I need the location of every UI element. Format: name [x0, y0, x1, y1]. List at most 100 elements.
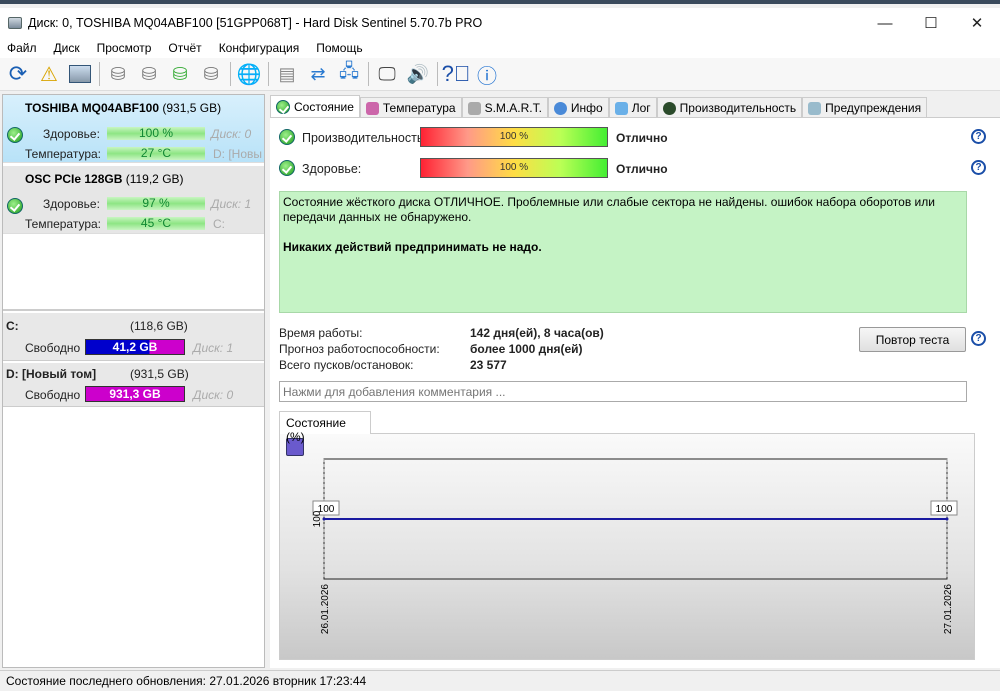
pages-icon: [808, 101, 822, 115]
health-rating: Отлично: [616, 162, 668, 176]
temp-bar: 45 °C: [107, 217, 205, 230]
temp-label: Температура:: [25, 217, 102, 231]
action-message: Никаких действий предпринимать не надо.: [283, 240, 542, 254]
menu-view[interactable]: Просмотр: [97, 41, 152, 55]
status-tab-content: Производительность 100 % Отлично ? Здоро…: [270, 117, 1000, 668]
menu-help[interactable]: Помощь: [316, 41, 362, 55]
ok-check-icon: [7, 127, 23, 143]
health-label: Здоровье:: [43, 197, 100, 211]
volume-name: D: [Новый том]: [6, 367, 97, 381]
details-panel: Состояние Температура S.M.A.R.T. Инфо Ло…: [270, 94, 1000, 668]
data-point: [945, 517, 949, 521]
health-bar: 100 %: [107, 127, 205, 140]
chart-tab-status-percent[interactable]: Состояние (%): [279, 411, 371, 444]
volume-label: C:: [213, 217, 225, 231]
tab-log[interactable]: Лог: [608, 97, 657, 118]
volume-label: D: [Новы: [213, 147, 263, 161]
maximize-button[interactable]: ☐: [908, 8, 954, 38]
toolbar: ⟳ ⚠ ⛁ ⛁ ⛁ ⛁ 🌐 ▤ ⇄ 🖧 🖵 🔊 ?⃝ ⓘ: [0, 58, 1000, 91]
help-icon[interactable]: ?: [971, 160, 986, 175]
disk-surface-icon[interactable]: ⛁: [105, 61, 131, 87]
disk-item-osc[interactable]: OSC PCIe 128GB (119,2 GB) Здоровье: 97 %…: [3, 166, 264, 234]
starts-label: Всего пусков/остановок:: [279, 358, 414, 372]
uptime-value: 142 дня(ей), 8 часа(ов): [470, 326, 604, 340]
report-icon[interactable]: ▤: [274, 61, 300, 87]
document-icon: [614, 101, 628, 115]
disk-app-icon: [8, 17, 22, 29]
volume-name: C:: [6, 319, 19, 333]
minimize-button[interactable]: —: [862, 8, 908, 38]
sync-icon[interactable]: ⇄: [305, 61, 331, 87]
performance-bar: 100 %: [420, 127, 608, 147]
title-bar: Диск: 0, TOSHIBA MQ04ABF100 [51GPP068T] …: [0, 8, 1000, 38]
ok-check-icon: [279, 129, 295, 145]
tab-label: Температура: [382, 101, 456, 115]
tab-info[interactable]: Инфо: [547, 97, 609, 118]
health-bar: 97 %: [107, 197, 205, 210]
free-space-bar: 931,3 GB: [85, 386, 185, 402]
info-icon[interactable]: ⓘ: [474, 61, 500, 88]
tab-label: S.M.A.R.T.: [484, 101, 542, 115]
menu-disk[interactable]: Диск: [54, 41, 80, 55]
free-label: Свободно: [25, 388, 81, 402]
alert-icon[interactable]: ⚠: [36, 61, 62, 87]
health-label: Здоровье:: [302, 162, 362, 176]
status-chart: 10026.01.202610027.01.2026100: [312, 458, 958, 634]
disk-index: Диск: 0: [211, 127, 252, 141]
help-icon[interactable]: ?: [971, 331, 986, 346]
tab-smart[interactable]: S.M.A.R.T.: [461, 97, 548, 118]
network-icon[interactable]: 🌐: [236, 61, 262, 87]
help-icon[interactable]: ?: [971, 129, 986, 144]
refresh-icon[interactable]: ⟳: [5, 61, 31, 87]
forecast-label: Прогноз работоспособности:: [279, 342, 440, 356]
help-icon[interactable]: ?⃝: [442, 61, 471, 87]
sound-icon[interactable]: 🔊: [405, 61, 431, 87]
disk-item-toshiba[interactable]: TOSHIBA MQ04ABF100 (931,5 GB) Здоровье: …: [3, 95, 264, 163]
tab-bar: Состояние Температура S.M.A.R.T. Инфо Ло…: [270, 95, 928, 118]
health-label: Здоровье:: [43, 127, 100, 141]
y-tick-label: 100: [312, 510, 323, 527]
tab-label: Лог: [631, 101, 651, 115]
uptime-label: Время работы:: [279, 326, 363, 340]
tab-label: Производительность: [679, 101, 797, 115]
volume-size: (118,6 GB): [130, 319, 188, 333]
computers-icon[interactable]: 🖧: [336, 61, 362, 87]
free-space-bar: 41,2 GB: [85, 339, 185, 355]
volume-size: (931,5 GB): [130, 367, 189, 381]
free-label: Свободно: [25, 341, 81, 355]
status-message-box: Состояние жёсткого диска ОТЛИЧНОЕ. Пробл…: [279, 191, 967, 313]
tab-performance[interactable]: Производительность: [656, 97, 803, 118]
menu-report[interactable]: Отчёт: [168, 41, 201, 55]
tab-status[interactable]: Состояние: [270, 95, 360, 118]
performance-rating: Отлично: [616, 131, 668, 145]
chart-panel: 100 26.01.2026 100 27.01.2026 100: [279, 433, 975, 660]
x-tick-label: 26.01.2026: [320, 584, 331, 634]
tab-warnings[interactable]: Предупреждения: [802, 97, 928, 118]
tab-label: Инфо: [570, 101, 603, 115]
close-button[interactable]: ✕: [954, 8, 1000, 38]
window-title: Диск: 0, TOSHIBA MQ04ABF100 [51GPP068T] …: [28, 16, 483, 30]
retest-button[interactable]: Повтор теста: [859, 327, 966, 352]
menu-file[interactable]: Файл: [7, 41, 37, 55]
disk-index: Диск: 1: [211, 197, 252, 211]
disk-check-icon[interactable]: ⛁: [167, 61, 193, 87]
menu-config[interactable]: Конфигурация: [219, 41, 300, 55]
performance-label: Производительность: [302, 131, 424, 145]
disk-name: OSC PCIe 128GB: [25, 172, 123, 186]
disk-view-icon[interactable]: [67, 61, 93, 87]
volume-item-c[interactable]: C: (118,6 GB) Свободно 41,2 GB Диск: 1: [3, 313, 264, 361]
x-tick-label: 27.01.2026: [943, 584, 954, 634]
monitor-icon[interactable]: 🖵: [374, 61, 400, 87]
disk-index: Диск: 1: [193, 341, 234, 355]
tab-temperature[interactable]: Температура: [359, 97, 462, 118]
info-icon: [553, 101, 567, 115]
comment-input[interactable]: [279, 381, 967, 402]
volume-item-d[interactable]: D: [Новый том] (931,5 GB) Свободно 931,3…: [3, 363, 264, 407]
disk-list-panel: TOSHIBA MQ04ABF100 (931,5 GB) Здоровье: …: [2, 94, 265, 668]
disk-timer-icon[interactable]: ⛁: [136, 61, 162, 87]
disk-search-icon[interactable]: ⛁: [198, 61, 224, 87]
tab-label: Предупреждения: [825, 101, 922, 115]
tab-label: Состояние: [294, 100, 354, 114]
ok-check-icon: [7, 198, 23, 214]
disk-name: TOSHIBA MQ04ABF100: [25, 101, 160, 115]
